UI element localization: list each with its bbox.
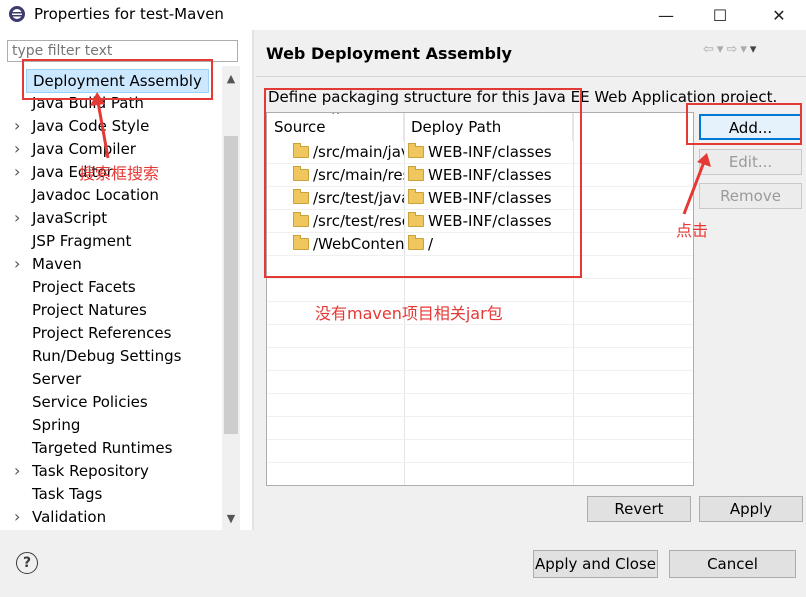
annotation-arrows (90, 92, 711, 215)
annotation-arrow-add (682, 161, 706, 215)
annotation-arrow-search (96, 101, 110, 159)
